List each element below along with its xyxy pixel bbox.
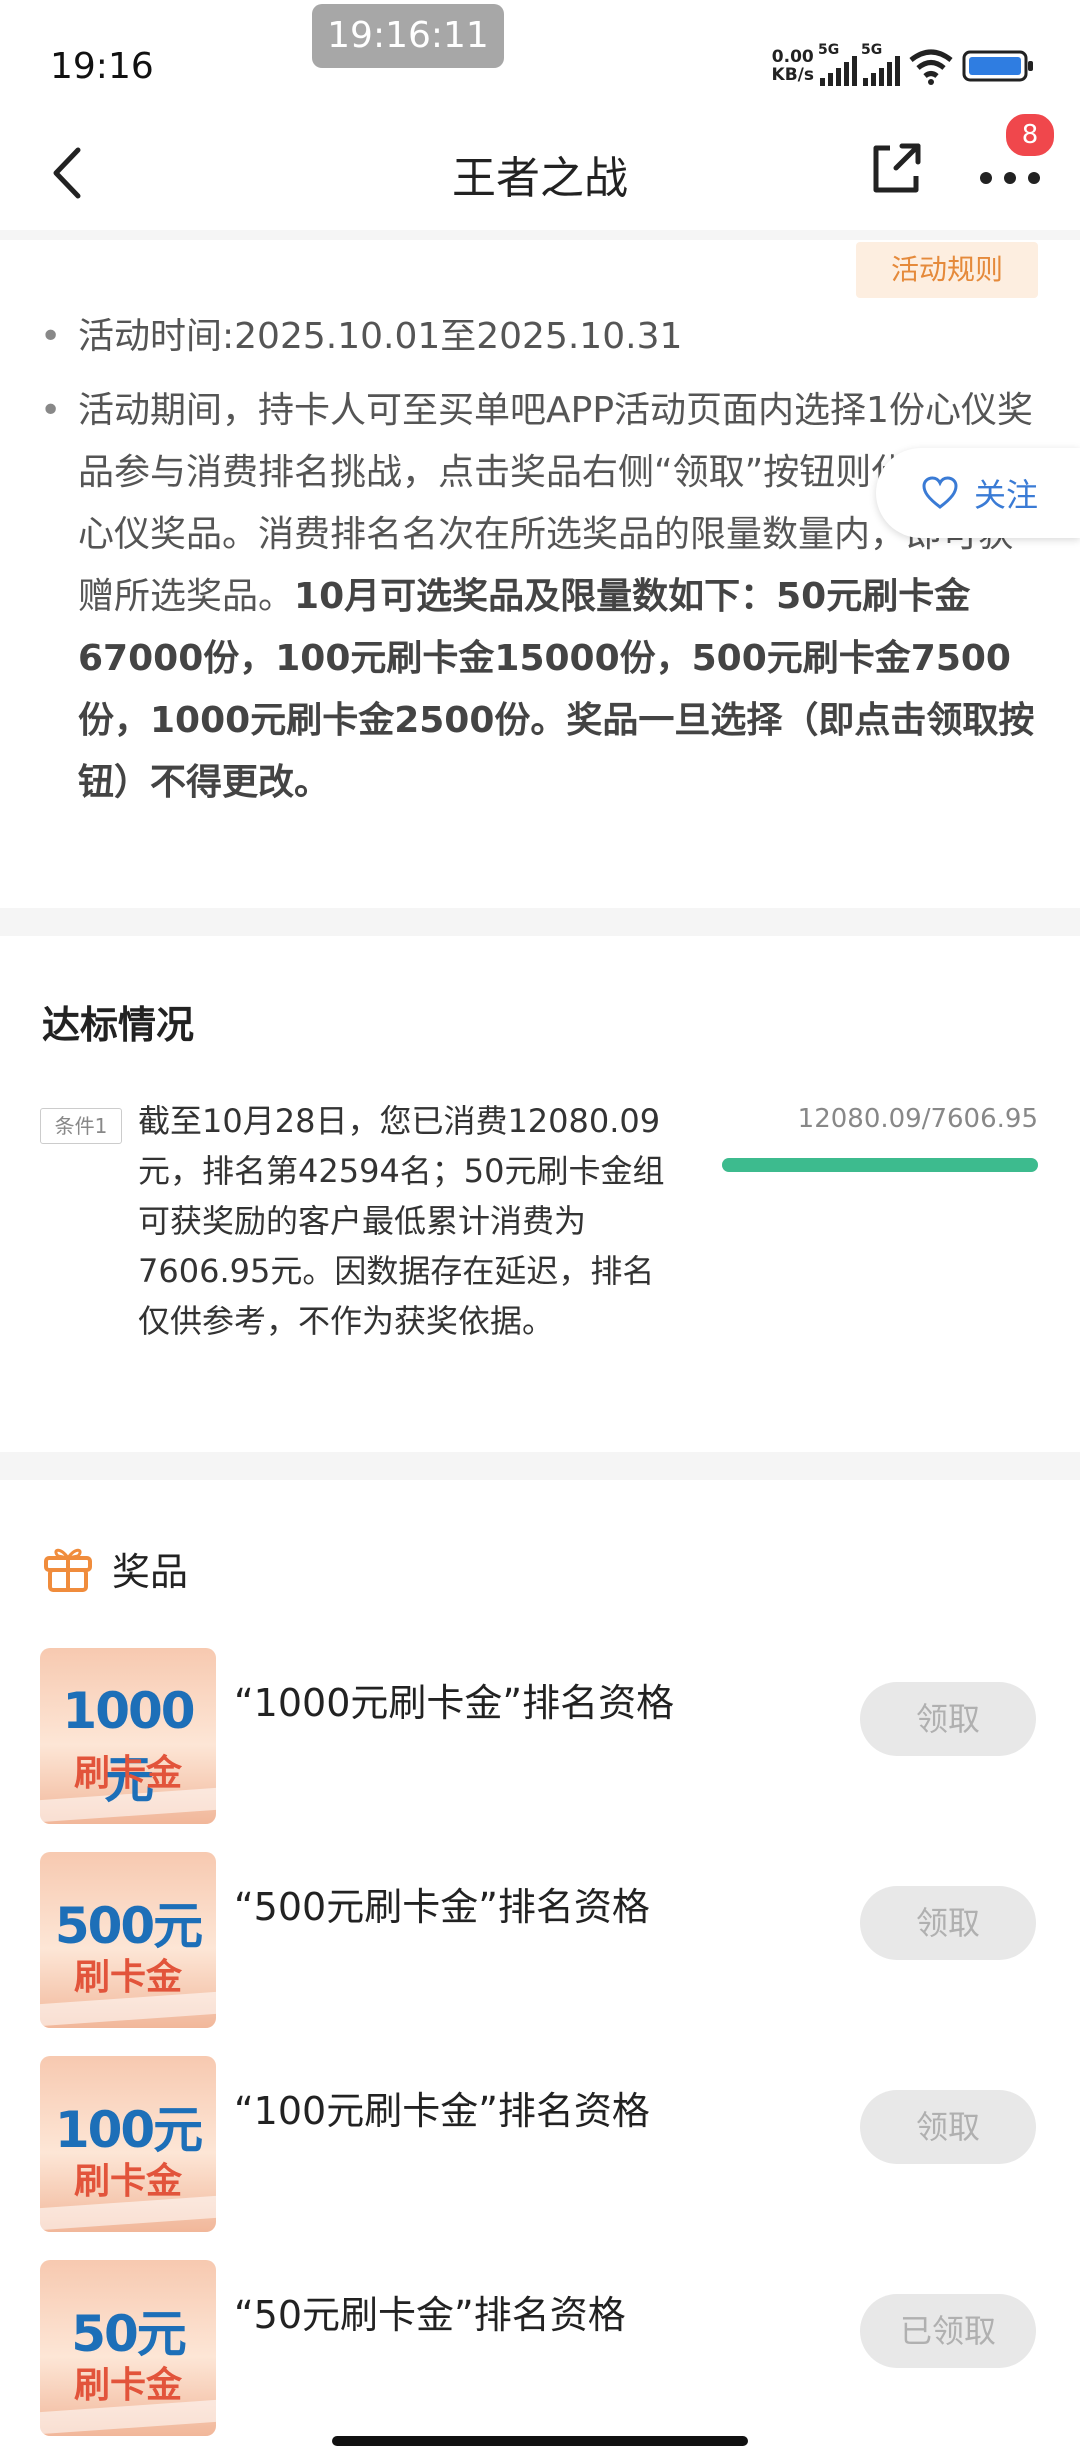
- share-icon[interactable]: [860, 134, 930, 204]
- rule-item-detail: • 活动期间，持卡人可至买单吧APP活动页面内选择1份心仪奖品参与消费排名挑战，…: [40, 380, 1040, 814]
- progress-fill: [722, 1158, 1038, 1172]
- heart-icon: [922, 476, 958, 509]
- signal-icon-2: 5G: [861, 42, 900, 86]
- prize-image: 1000元 刷卡金: [40, 1648, 216, 1824]
- prize-kind: 刷卡金: [73, 1957, 182, 1998]
- rule-text: 活动时间:2025.10.01至2025.10.31: [78, 316, 683, 357]
- bullet: •: [40, 390, 62, 431]
- prize-kind: 刷卡金: [73, 2161, 182, 2202]
- gift-icon: [44, 1548, 92, 1592]
- follow-button[interactable]: 关注: [876, 448, 1080, 538]
- claim-button[interactable]: 领取: [860, 1886, 1036, 1960]
- bullet: •: [40, 316, 62, 357]
- prize-title: “500元刷卡金”排名资格: [234, 1885, 650, 1929]
- prize-image: 500元 刷卡金: [40, 1852, 216, 2028]
- prizes-card: 奖品 1000元 刷卡金 “1000元刷卡金”排名资格 领取 500元 刷卡金 …: [0, 1480, 1080, 2460]
- prize-image: 100元 刷卡金: [40, 2056, 216, 2232]
- wifi-icon: [909, 49, 953, 85]
- signal-icon: 5G: [818, 42, 857, 86]
- prize-row: 1000元 刷卡金 “1000元刷卡金”排名资格 领取: [0, 1648, 1080, 1828]
- follow-label: 关注: [974, 476, 1039, 514]
- condition-tag: 条件1: [40, 1108, 122, 1144]
- claim-button[interactable]: 领取: [860, 1682, 1036, 1756]
- prize-kind: 刷卡金: [73, 2365, 182, 2406]
- prize-image: 50元 刷卡金: [40, 2260, 216, 2436]
- prize-title: “50元刷卡金”排名资格: [234, 2293, 626, 2337]
- prizes-title: 奖品: [112, 1549, 189, 1594]
- prize-kind: 刷卡金: [73, 1753, 182, 1794]
- home-indicator: [332, 2436, 748, 2446]
- net-speed-value: 0.00: [771, 47, 814, 67]
- status-icons: 0.00 KB/s 5G 5G: [772, 42, 1034, 88]
- prize-title: “1000元刷卡金”排名资格: [234, 1681, 675, 1725]
- condition-text: 截至10月28日，您已消费12080.09元，排名第42594名；50元刷卡金组…: [138, 1102, 665, 1340]
- status-time: 19:16: [50, 46, 154, 87]
- clock-overlay: 19:16:11: [312, 4, 504, 68]
- rules-card: 活动规则 • 活动时间:2025.10.01至2025.10.31 • 活动期间…: [0, 240, 1080, 908]
- progress-bar: [722, 1158, 1038, 1172]
- rules-button[interactable]: 活动规则: [856, 242, 1038, 298]
- prize-title: “100元刷卡金”排名资格: [234, 2089, 650, 2133]
- net-speed: 0.00 KB/s: [772, 48, 814, 84]
- prize-row: 500元 刷卡金 “500元刷卡金”排名资格 领取: [0, 1852, 1080, 2032]
- prize-row: 100元 刷卡金 “100元刷卡金”排名资格 领取: [0, 2056, 1080, 2236]
- notification-badge: 8: [1004, 112, 1056, 158]
- rule-item-time: • 活动时间:2025.10.01至2025.10.31: [40, 306, 1040, 368]
- prizes-header: 奖品: [40, 1540, 188, 1596]
- status-bar: 19:16 19:16:11 0.00 KB/s 5G 5G: [0, 0, 1080, 120]
- signal-label-2: 5G: [861, 42, 883, 58]
- progress-title: 达标情况: [42, 1003, 195, 1047]
- battery-icon: [962, 50, 1033, 82]
- rule-detail-text: 活动期间，持卡人可至买单吧APP活动页面内选择1份心仪奖品参与消费排名挑战，点击…: [40, 380, 1040, 814]
- nav-bar: 王者之战: [0, 120, 1080, 230]
- net-speed-unit: KB/s: [771, 65, 814, 85]
- prize-row: 50元 刷卡金 “50元刷卡金”排名资格 已领取: [0, 2260, 1080, 2440]
- claimed-button[interactable]: 已领取: [860, 2294, 1036, 2368]
- progress-card: 达标情况 条件1 截至10月28日，您已消费12080.09元，排名第42594…: [0, 936, 1080, 1452]
- signal-label: 5G: [818, 42, 840, 58]
- claim-button[interactable]: 领取: [860, 2090, 1036, 2164]
- progress-label: 12080.09/7606.95: [797, 1104, 1038, 1134]
